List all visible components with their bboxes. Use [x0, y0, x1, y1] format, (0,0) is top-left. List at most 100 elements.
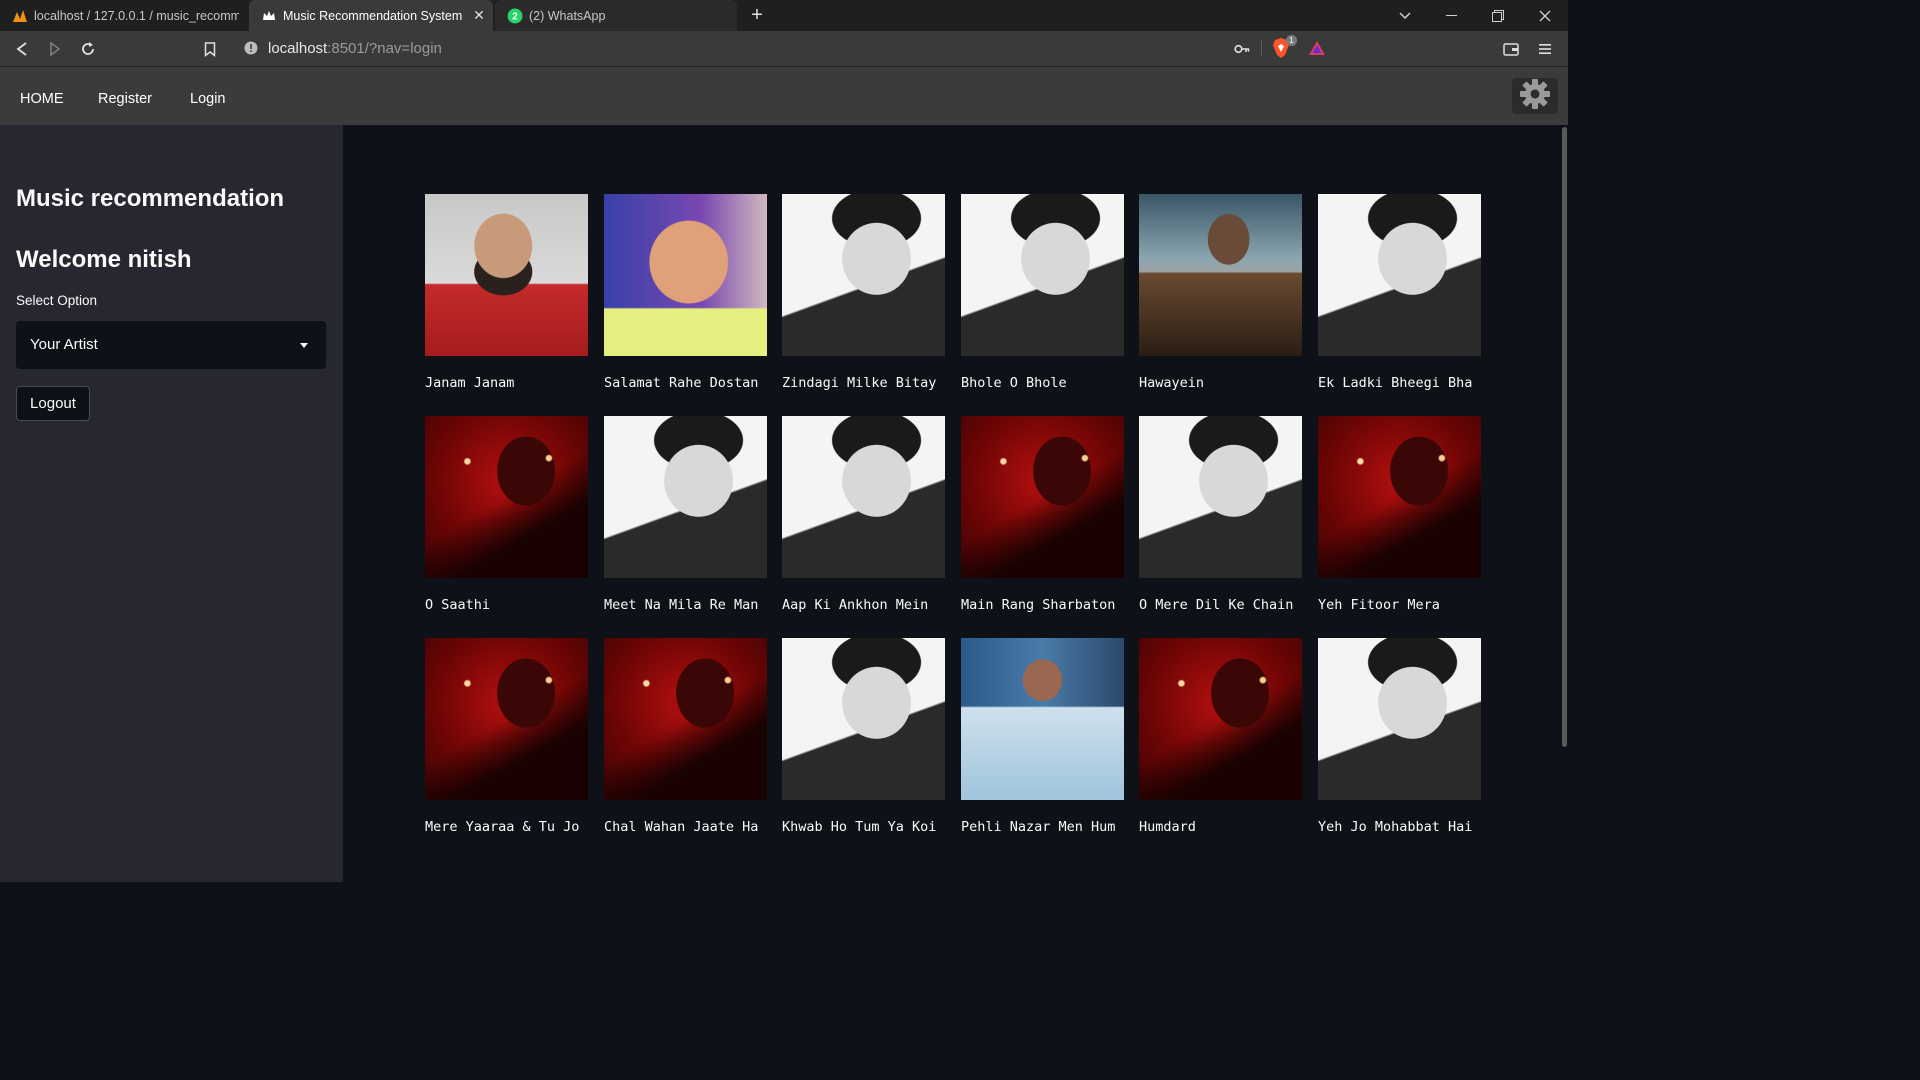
- song-card[interactable]: Yeh Jo Mohabbat Hai: [1318, 638, 1481, 835]
- song-card[interactable]: Meet Na Mila Re Man: [604, 416, 767, 613]
- omnibox-divider: [1261, 39, 1262, 57]
- song-title: Yeh Jo Mohabbat Hai: [1318, 819, 1473, 835]
- tab-search-chevron-icon[interactable]: [1381, 0, 1428, 31]
- song-card[interactable]: Ek Ladki Bheegi Bha: [1318, 194, 1481, 391]
- close-window-button[interactable]: [1521, 0, 1568, 31]
- song-cover-image[interactable]: [1139, 194, 1302, 356]
- song-cover-image[interactable]: [961, 638, 1124, 800]
- select-option-label: Select Option: [16, 293, 98, 308]
- song-cover-image[interactable]: [604, 416, 767, 578]
- tab-title: localhost / 127.0.0.1 / music_recomme: [34, 8, 239, 23]
- song-card[interactable]: Mere Yaaraa & Tu Jo: [425, 638, 588, 835]
- song-card[interactable]: Humdard: [1139, 638, 1302, 835]
- song-title: Mere Yaaraa & Tu Jo: [425, 819, 580, 835]
- song-title: Main Rang Sharbaton: [961, 597, 1116, 613]
- song-card[interactable]: Main Rang Sharbaton: [961, 416, 1124, 613]
- song-card[interactable]: Chal Wahan Jaate Ha: [604, 638, 767, 835]
- song-card[interactable]: Aap Ki Ankhon Mein: [782, 416, 945, 613]
- option-select-value: Your Artist: [30, 336, 98, 353]
- tab-music-recommendation[interactable]: Music Recommendation System ✕: [249, 0, 493, 31]
- song-title: Salamat Rahe Dostan: [604, 375, 759, 391]
- browser-menu-icon[interactable]: [1535, 39, 1555, 59]
- close-tab-icon[interactable]: ✕: [471, 7, 487, 23]
- scrollbar-thumb[interactable]: [1562, 127, 1567, 747]
- tab-whatsapp[interactable]: 2 (2) WhatsApp: [495, 0, 737, 31]
- reload-icon[interactable]: [78, 39, 98, 59]
- tab-phpmyadmin[interactable]: localhost / 127.0.0.1 / music_recomme: [0, 0, 247, 31]
- forward-arrow-icon[interactable]: [45, 39, 65, 59]
- song-title: Bhole O Bhole: [961, 375, 1067, 391]
- minimize-button[interactable]: [1428, 0, 1475, 31]
- song-cover-image[interactable]: [604, 194, 767, 356]
- song-cover-image[interactable]: [1139, 638, 1302, 800]
- song-title: Chal Wahan Jaate Ha: [604, 819, 759, 835]
- svg-text:2: 2: [512, 11, 518, 22]
- bookmark-icon[interactable]: [200, 39, 220, 59]
- song-title: O Saathi: [425, 597, 491, 613]
- song-title: Ek Ladki Bheegi Bha: [1318, 375, 1473, 391]
- song-card[interactable]: Janam Janam: [425, 194, 588, 391]
- song-cover-image[interactable]: [425, 638, 588, 800]
- song-title: Khwab Ho Tum Ya Koi: [782, 819, 937, 835]
- song-title: Janam Janam: [425, 375, 515, 391]
- song-cover-image[interactable]: [782, 638, 945, 800]
- song-card[interactable]: Salamat Rahe Dostan: [604, 194, 767, 391]
- url-host: localhost: [268, 40, 328, 57]
- song-cover-image[interactable]: [425, 194, 588, 356]
- tab-title: (2) WhatsApp: [529, 8, 606, 23]
- browser-toolbar: localhost:8501/?nav=login 1: [0, 31, 1568, 66]
- song-title: Humdard: [1139, 819, 1196, 835]
- wallet-icon[interactable]: [1501, 39, 1521, 59]
- phpmyadmin-icon: [12, 8, 28, 24]
- song-card[interactable]: O Saathi: [425, 416, 588, 613]
- song-cover-image[interactable]: [961, 416, 1124, 578]
- main-scrollbar[interactable]: [1561, 125, 1568, 882]
- song-cover-image[interactable]: [961, 194, 1124, 356]
- sidebar: Music recommendation Welcome nitish Sele…: [0, 125, 343, 882]
- song-card[interactable]: Khwab Ho Tum Ya Koi: [782, 638, 945, 835]
- welcome-heading: Welcome nitish: [16, 246, 192, 273]
- song-title: O Mere Dil Ke Chain: [1139, 597, 1294, 613]
- main-content: Janam Janam Salamat Rahe Dostan Zindagi Mi…: [343, 125, 1560, 882]
- song-card[interactable]: Hawayein: [1139, 194, 1302, 391]
- song-card[interactable]: O Mere Dil Ke Chain: [1139, 416, 1302, 613]
- restore-button[interactable]: [1474, 0, 1521, 31]
- nav-login-link[interactable]: Login: [190, 91, 225, 107]
- song-card[interactable]: Pehli Nazar Men Hum: [961, 638, 1124, 835]
- song-title: Yeh Fitoor Mera: [1318, 597, 1440, 613]
- nav-home-link[interactable]: HOME: [20, 91, 64, 107]
- song-title: Hawayein: [1139, 375, 1205, 391]
- song-card[interactable]: Zindagi Milke Bitay: [782, 194, 945, 391]
- song-card[interactable]: Bhole O Bhole: [961, 194, 1124, 391]
- song-title: Zindagi Milke Bitay: [782, 375, 937, 391]
- streamlit-crown-icon: [261, 8, 277, 24]
- shields-count-badge: 1: [1286, 35, 1297, 46]
- song-cover-image[interactable]: [604, 638, 767, 800]
- song-cover-image[interactable]: [782, 194, 945, 356]
- logout-button[interactable]: Logout: [16, 386, 90, 421]
- song-cover-image[interactable]: [425, 416, 588, 578]
- browser-tab-bar: localhost / 127.0.0.1 / music_recomme Mu…: [0, 0, 1568, 31]
- song-cover-image[interactable]: [1318, 416, 1481, 578]
- song-card[interactable]: Yeh Fitoor Mera: [1318, 416, 1481, 613]
- url-path: :8501/?nav=login: [327, 40, 442, 57]
- key-icon[interactable]: [1234, 42, 1250, 60]
- song-cover-image[interactable]: [1318, 194, 1481, 356]
- song-cover-image[interactable]: [1139, 416, 1302, 578]
- site-info-icon[interactable]: [244, 41, 258, 60]
- address-bar[interactable]: localhost:8501/?nav=login 1: [234, 35, 1340, 62]
- nav-register-link[interactable]: Register: [98, 91, 152, 107]
- address-url: localhost:8501/?nav=login: [268, 40, 442, 57]
- sidebar-title: Music recommendation: [16, 185, 285, 212]
- back-arrow-icon[interactable]: [12, 39, 32, 59]
- song-cover-image[interactable]: [1318, 638, 1481, 800]
- caret-down-icon: [300, 343, 308, 348]
- whatsapp-icon: 2: [507, 8, 523, 24]
- song-title: Meet Na Mila Re Man: [604, 597, 759, 613]
- app-nav-bar: HOME Register Login: [0, 67, 1568, 125]
- brave-rewards-icon[interactable]: [1308, 40, 1326, 61]
- settings-button[interactable]: [1512, 78, 1558, 114]
- song-cover-image[interactable]: [782, 416, 945, 578]
- new-tab-button[interactable]: +: [746, 4, 768, 26]
- option-select[interactable]: Your Artist: [16, 321, 326, 369]
